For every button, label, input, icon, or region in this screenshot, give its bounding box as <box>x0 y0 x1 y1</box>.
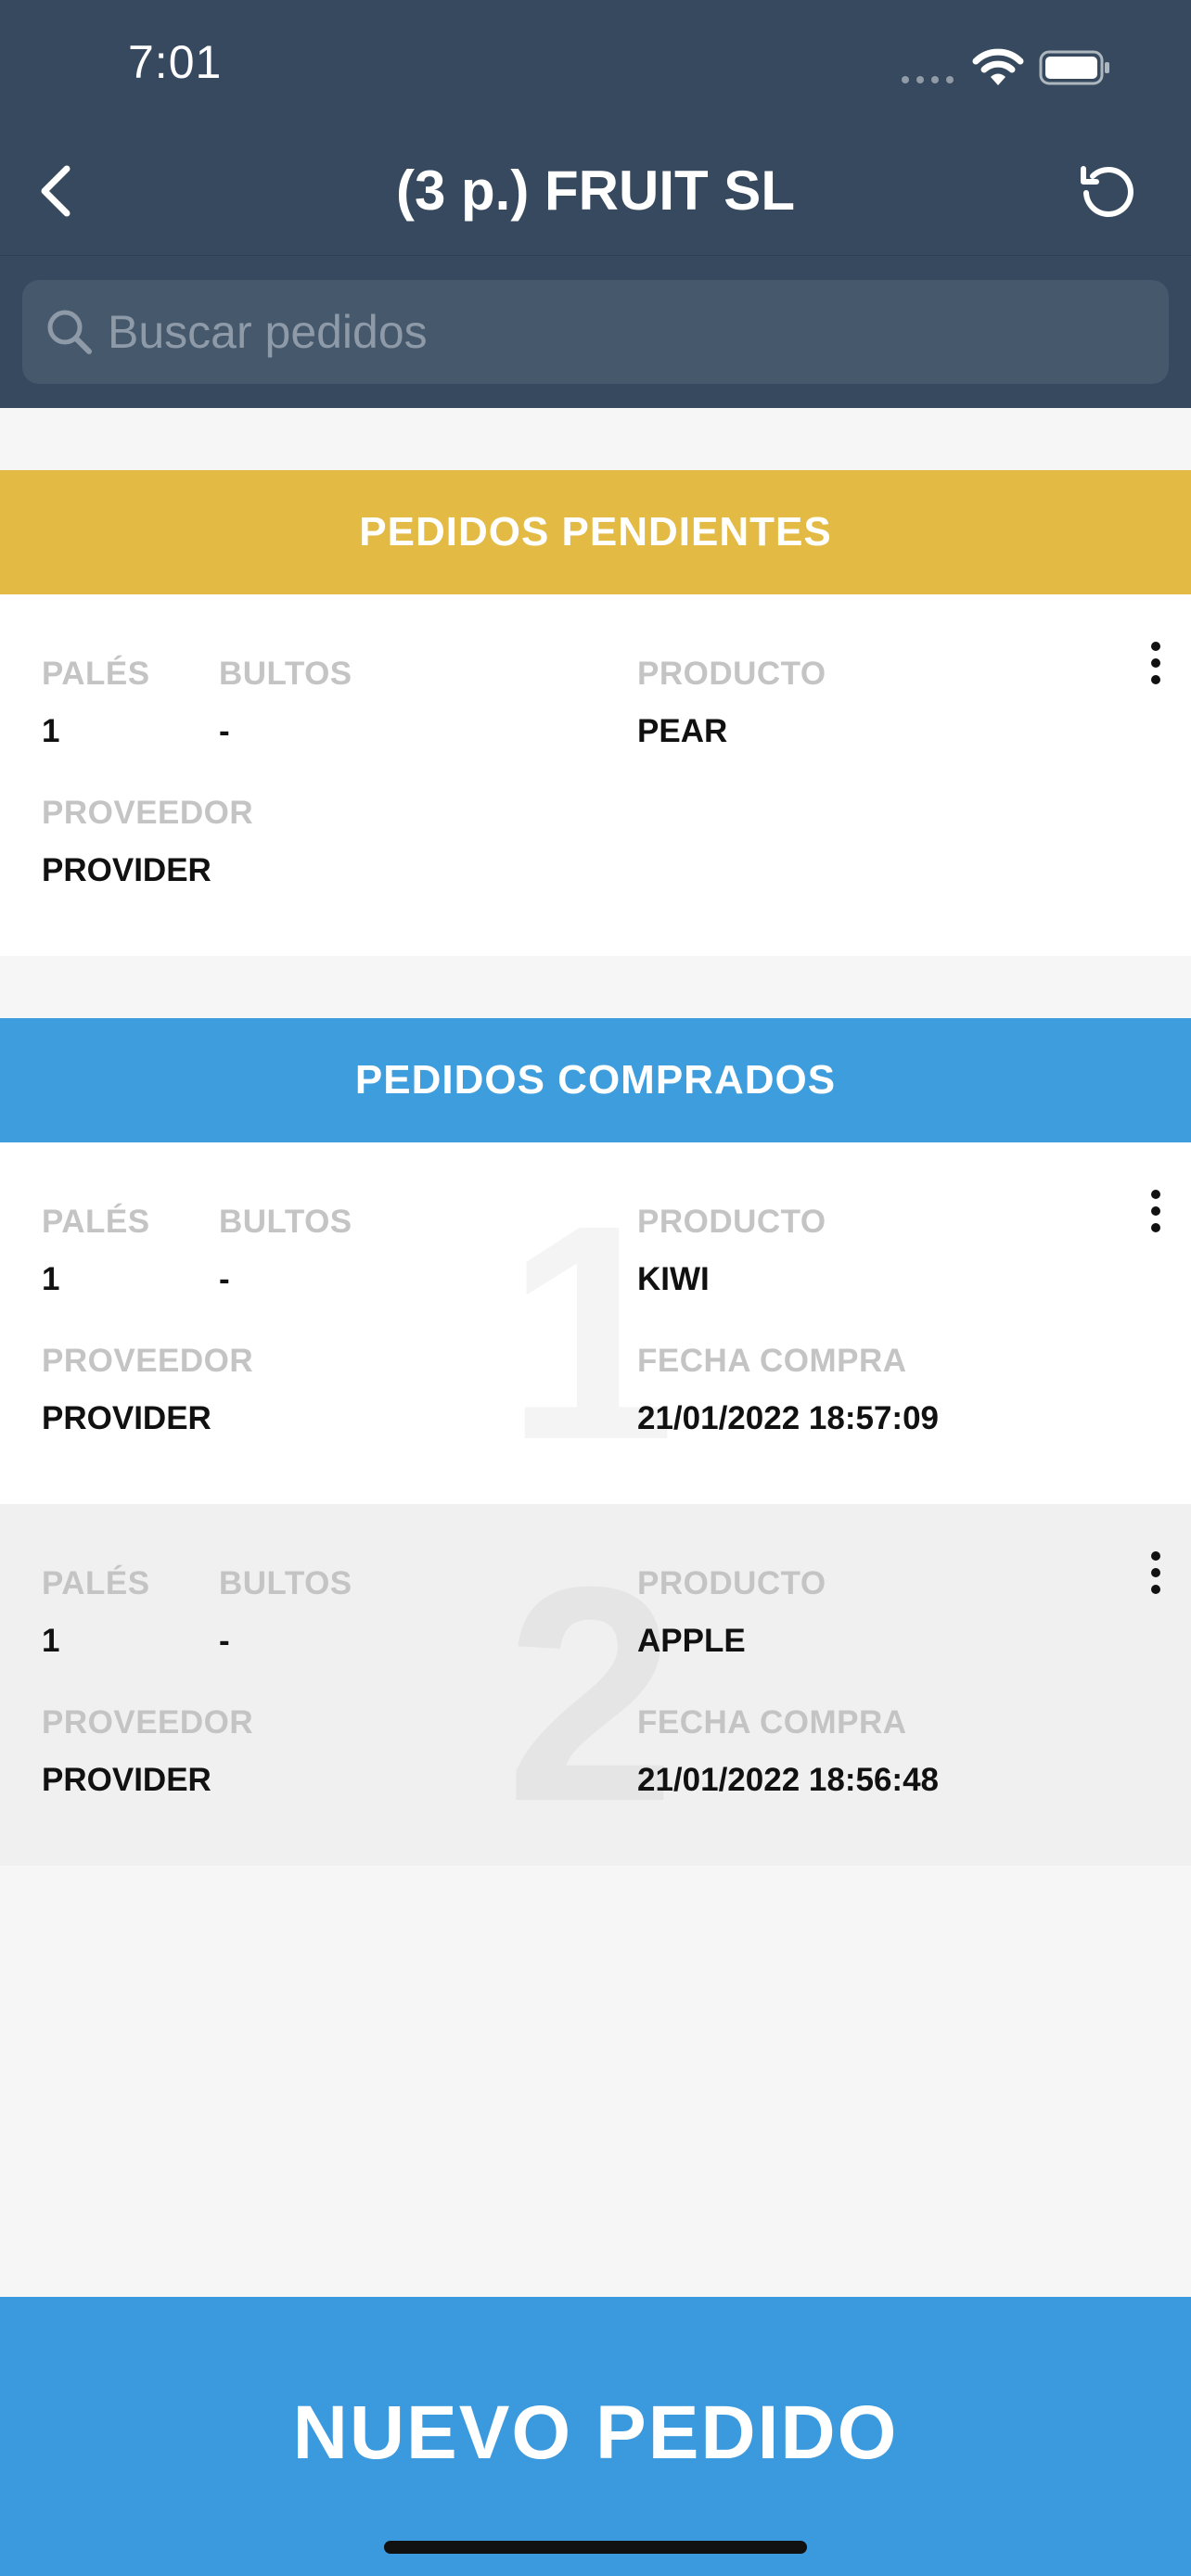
cellular-signal-icon <box>902 76 954 83</box>
proveedor-label: PROVEEDOR <box>42 1704 254 1741</box>
new-order-label: NUEVO PEDIDO <box>292 2391 899 2475</box>
bultos-value: - <box>219 1623 230 1659</box>
home-indicator <box>384 2541 807 2554</box>
proveedor-value: PROVIDER <box>42 1400 211 1436</box>
producto-label: PRODUCTO <box>637 1565 826 1601</box>
bultos-label: BULTOS <box>219 656 352 692</box>
section-header-bought: PEDIDOS COMPRADOS <box>0 1018 1191 1142</box>
status-time: 7:01 <box>128 36 223 88</box>
fecha-compra-label: FECHA COMPRA <box>637 1704 907 1741</box>
chevron-left-icon <box>41 165 70 217</box>
bultos-label: BULTOS <box>219 1204 352 1240</box>
pales-label: PALÉS <box>42 656 150 692</box>
producto-label: PRODUCTO <box>637 1204 826 1240</box>
pales-label: PALÉS <box>42 1204 150 1240</box>
search-input[interactable] <box>108 305 1128 359</box>
proveedor-label: PROVEEDOR <box>42 1343 254 1379</box>
refresh-icon[interactable] <box>1076 159 1139 223</box>
battery-icon <box>1039 50 1109 85</box>
producto-value: KIWI <box>637 1261 710 1297</box>
order-card-bought[interactable]: 1 PALÉS BULTOS PRODUCTO 1 - KIWI PROVEED… <box>0 1142 1191 1504</box>
proveedor-label: PROVEEDOR <box>42 795 254 831</box>
producto-label: PRODUCTO <box>637 656 826 692</box>
pales-value: 1 <box>42 1623 60 1659</box>
more-vertical-icon[interactable] <box>1133 1178 1178 1244</box>
bultos-value: - <box>219 713 230 749</box>
back-button[interactable] <box>28 158 83 224</box>
bultos-value: - <box>219 1261 230 1297</box>
new-order-button[interactable]: NUEVO PEDIDO <box>0 2297 1191 2576</box>
producto-value: APPLE <box>637 1623 746 1659</box>
page-title: (3 p.) FRUIT SL <box>396 159 795 222</box>
section-header-pending: PEDIDOS PENDIENTES <box>0 470 1191 594</box>
search-icon <box>47 310 92 354</box>
search-box[interactable] <box>22 280 1169 384</box>
more-vertical-icon[interactable] <box>1133 1539 1178 1606</box>
fecha-compra-value: 21/01/2022 18:57:09 <box>637 1400 939 1436</box>
proveedor-value: PROVIDER <box>42 1762 211 1798</box>
fecha-compra-label: FECHA COMPRA <box>637 1343 907 1379</box>
fecha-compra-value: 21/01/2022 18:56:48 <box>637 1762 939 1798</box>
order-card-pending[interactable]: PALÉS BULTOS PRODUCTO 1 - PEAR PROVEEDOR… <box>0 594 1191 956</box>
pales-value: 1 <box>42 713 60 749</box>
wifi-icon <box>972 48 1024 85</box>
proveedor-value: PROVIDER <box>42 852 211 888</box>
bultos-label: BULTOS <box>219 1565 352 1601</box>
producto-value: PEAR <box>637 713 728 749</box>
pales-value: 1 <box>42 1261 60 1297</box>
more-vertical-icon[interactable] <box>1133 630 1178 696</box>
pales-label: PALÉS <box>42 1565 150 1601</box>
search-bar <box>0 255 1191 408</box>
order-card-bought[interactable]: 2 PALÉS BULTOS PRODUCTO 1 - APPLE PROVEE… <box>0 1504 1191 1866</box>
